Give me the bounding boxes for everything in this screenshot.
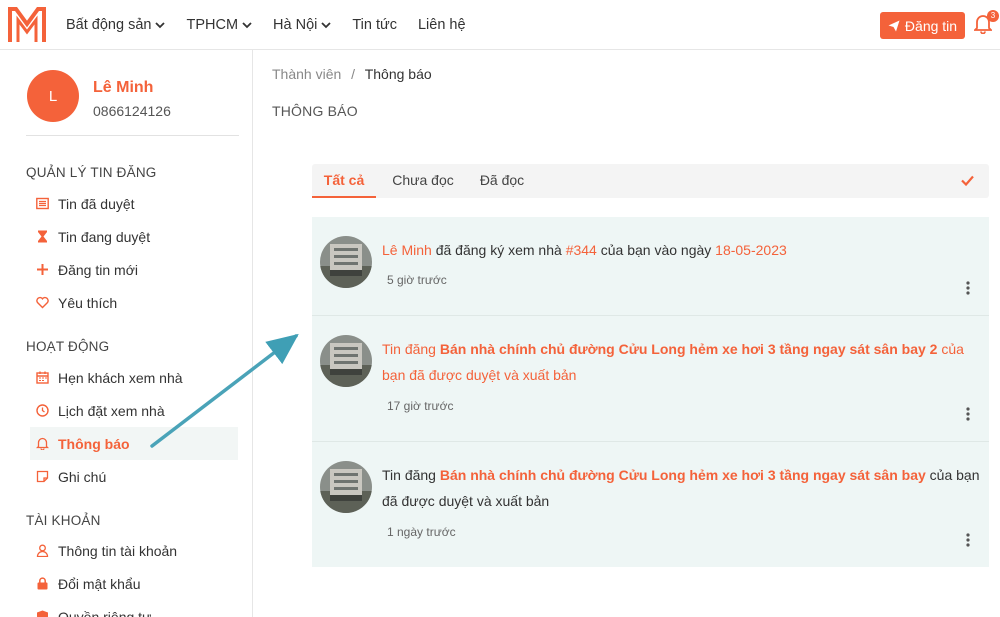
sidebar-item-notes[interactable]: Ghi chú [30,460,238,493]
sidebar-item-viewing-appointments[interactable]: Hẹn khách xem nhà [30,361,238,394]
paper-plane-icon [888,20,900,31]
notification-message: Lê Minh đã đăng ký xem nhà #344 của bạn … [382,237,982,263]
nav-label: Hà Nội [273,17,318,33]
chevron-down-icon [155,22,166,29]
property-thumbnail [320,236,372,288]
nav-label: TPHCM [186,17,239,33]
sidebar-item-new-listing[interactable]: Đăng tin mới [30,253,238,286]
notification-listing-link[interactable]: Bán nhà chính chủ đường Cửu Long hẻm xe … [440,341,938,357]
breadcrumb-separator: / [351,66,356,82]
sidebar-item-label: Lịch đặt xem nhà [58,402,165,419]
section-title-listings: QUẢN LÝ TIN ĐĂNG [26,165,157,180]
list-icon [36,197,49,210]
tab-read[interactable]: Đã đọc [472,164,532,198]
sidebar-item-privacy[interactable]: Quyền riêng tư [30,600,238,617]
sidebar-item-approved-listings[interactable]: Tin đã duyệt [30,187,238,220]
notification-message: Tin đăng Bán nhà chính chủ đường Cửu Lon… [382,462,982,514]
sidebar-item-label: Ghi chú [58,468,107,485]
mark-all-read-check-icon[interactable] [961,174,974,187]
sidebar-item-label: Thông tin tài khoản [58,542,178,559]
nav-ha-noi[interactable]: Hà Nội [273,17,331,33]
top-navbar: Bất động sản TPHCM Hà Nội Tin tức Liên h… [0,0,1000,50]
notification-listing-id-link[interactable]: #344 [566,242,597,258]
breadcrumb-current: Thông báo [364,66,432,82]
notification-date: 18-05-2023 [715,242,787,258]
page-title: THÔNG BÁO [272,103,358,119]
notification-text: đã đăng ký xem nhà [431,242,566,258]
calendar-icon [36,371,49,384]
breadcrumb: Thành viên / Thông báo [272,66,432,82]
notification-time: 5 giờ trước [387,273,447,287]
property-thumbnail [320,335,372,387]
tab-all[interactable]: Tất cả [312,164,376,198]
sidebar-item-viewing-schedule[interactable]: Lịch đặt xem nhà [30,394,238,427]
notification-item[interactable]: Tin đăng Bán nhà chính chủ đường Cửu Lon… [312,442,989,567]
notification-message: Tin đăng Bán nhà chính chủ đường Cửu Lon… [382,336,982,388]
avatar[interactable]: L [27,70,79,122]
notification-item[interactable]: Tin đăng Bán nhà chính chủ đường Cửu Lon… [312,316,989,441]
sidebar-item-label: Tin đã duyệt [58,195,135,212]
sidebar-item-label: Quyền riêng tư [58,608,152,617]
user-phone: 0866124126 [93,103,171,119]
nav-label: Liên hệ [417,17,466,33]
sidebar-item-label: Thông báo [58,435,130,452]
sidebar-item-change-password[interactable]: Đổi mật khẩu [30,567,238,600]
note-icon [36,470,49,483]
chevron-down-icon [242,22,252,29]
notification-tabs: Tất cả Chưa đọc Đã đọc [312,164,989,198]
notification-text: Tin đăng [382,467,440,483]
sidebar-item-label: Yêu thích [58,294,118,311]
main-nav: Bất động sản TPHCM Hà Nội Tin tức Liên h… [66,0,487,50]
more-options-icon[interactable] [963,280,973,296]
heart-icon [36,296,49,309]
tab-unread[interactable]: Chưa đọc [385,164,461,198]
notification-time: 1 ngày trước [387,525,456,539]
nav-label: Bất động sản [66,17,152,33]
notification-time: 17 giờ trước [387,399,454,413]
nav-bat-dong-san[interactable]: Bất động sản [66,17,166,33]
m-logo-icon[interactable] [8,6,46,44]
section-title-activity: HOẠT ĐỘNG [26,339,110,354]
breadcrumb-parent-link[interactable]: Thành viên [272,66,341,82]
sidebar-item-account-info[interactable]: Thông tin tài khoản [30,534,238,567]
nav-tphcm[interactable]: TPHCM [186,17,252,33]
notification-text: Tin đăng [382,341,440,357]
bell-icon [36,437,49,450]
sidebar-item-pending-listings[interactable]: Tin đang duyệt [30,220,238,253]
property-thumbnail [320,461,372,513]
chevron-down-icon [321,22,331,29]
nav-label: Tin tức [352,17,397,33]
notification-badge: 3 [987,10,999,22]
post-button-label: Đăng tin [904,17,958,34]
more-options-icon[interactable] [963,532,973,548]
more-options-icon[interactable] [963,406,973,422]
lock-icon [37,577,48,590]
nav-lien-he[interactable]: Liên hệ [418,17,466,33]
sidebar-item-label: Hẹn khách xem nhà [58,369,183,386]
notification-listing-link[interactable]: Bán nhà chính chủ đường Cửu Long hẻm xe … [440,467,926,483]
user-icon [36,544,49,557]
plus-icon [37,264,48,275]
sidebar: L Lê Minh 0866124126 QUẢN LÝ TIN ĐĂNG Ti… [0,50,253,617]
sidebar-divider [26,135,239,136]
section-title-account: TÀI KHOẢN [26,513,101,528]
sidebar-item-notifications[interactable]: Thông báo [30,427,238,460]
nav-tin-tuc[interactable]: Tin tức [352,17,397,33]
sidebar-item-label: Đổi mật khẩu [58,575,141,592]
hourglass-icon [38,230,47,243]
notification-user-link[interactable]: Lê Minh [382,242,432,258]
post-listing-button[interactable]: Đăng tin [880,12,965,39]
sidebar-item-label: Đăng tin mới [58,261,138,278]
sidebar-item-label: Tin đang duyệt [58,228,151,245]
clock-icon [36,404,49,417]
shield-icon [37,610,48,617]
notification-text: của bạn vào ngày [596,242,716,258]
user-name[interactable]: Lê Minh [93,79,153,97]
sidebar-item-favorites[interactable]: Yêu thích [30,286,238,319]
